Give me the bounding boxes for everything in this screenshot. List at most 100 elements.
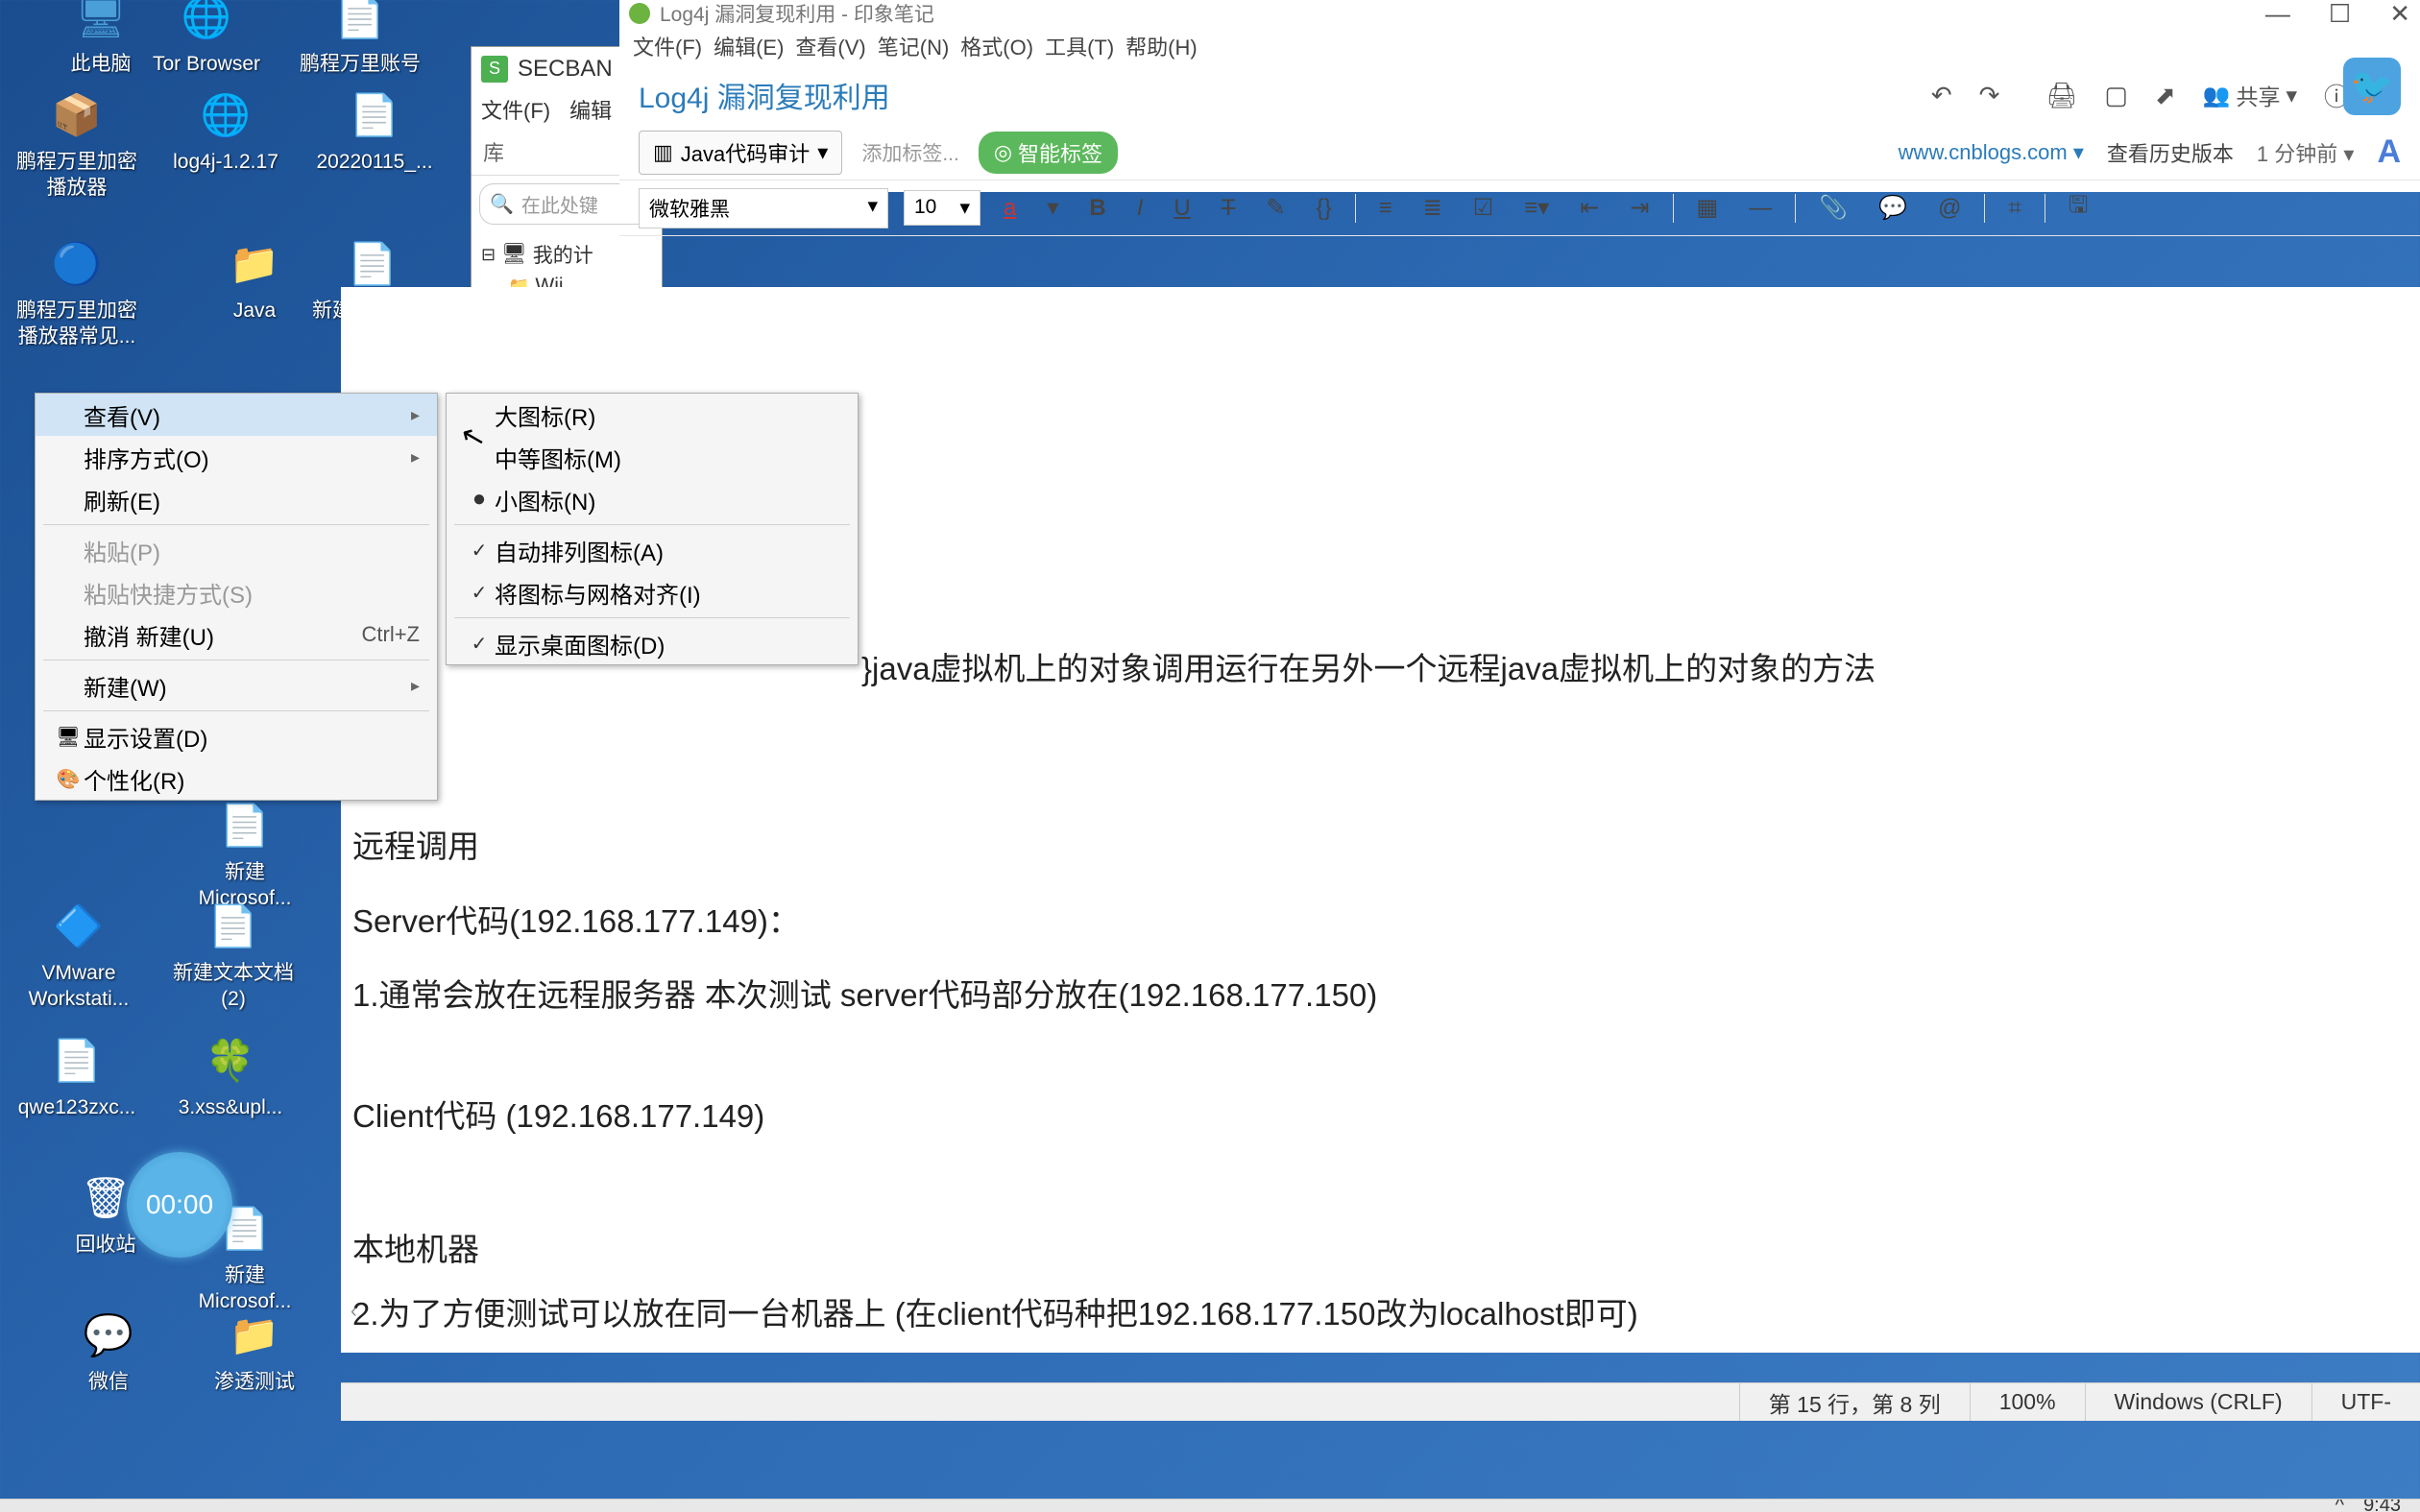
- submenu-medium-icons[interactable]: 中等图标(M): [447, 436, 858, 478]
- font-name-select[interactable]: 微软雅黑 ▾: [639, 188, 888, 228]
- menu-item-label: 显示设置(D): [84, 720, 420, 754]
- menu-separator: [454, 617, 850, 618]
- close-button[interactable]: ✕: [2389, 0, 2410, 29]
- desktop-icon-date[interactable]: 📄20220115_...: [307, 86, 442, 175]
- menu-item-label: 显示桌面图标(D): [495, 627, 840, 660]
- taskbar[interactable]: ^ 9:43: [0, 1499, 2420, 1512]
- source-url-link[interactable]: www.cnblogs.com ▾: [1899, 140, 2084, 165]
- notebook-tag-button[interactable]: ▥Java代码审计▾: [639, 131, 842, 175]
- maximize-button[interactable]: ☐: [2329, 0, 2351, 29]
- desktop-icon-log4j[interactable]: 🌐log4j-1.2.17: [158, 86, 293, 175]
- at-button[interactable]: @: [1930, 191, 1969, 226]
- desktop-icon-qwe[interactable]: 📄qwe123zxc...: [10, 1032, 144, 1120]
- font-size-select[interactable]: 10 ▾: [904, 190, 980, 226]
- menu-undo[interactable]: 撤消 新建(U)Ctrl+Z: [36, 613, 437, 656]
- attach-button[interactable]: 📎: [1811, 190, 1855, 226]
- evernote-titlebar[interactable]: Log4j 漏洞复现利用 - 印象笔记 — ☐ ✕: [619, 0, 2420, 27]
- menu-tools[interactable]: 工具(T): [1045, 31, 1114, 61]
- save-button[interactable]: 🖫: [2061, 184, 2095, 231]
- tree-item-root[interactable]: ⊟🖥我的计: [481, 237, 652, 272]
- strikethrough-button[interactable]: T: [1214, 191, 1244, 226]
- underline-button[interactable]: U: [1166, 191, 1198, 226]
- evernote-window-title: Log4j 漏洞复现利用 - 印象笔记: [660, 0, 2265, 28]
- note-title[interactable]: Log4j 漏洞复现利用: [639, 74, 1931, 116]
- add-tag-input[interactable]: 添加标签...: [861, 138, 959, 167]
- grid-button[interactable]: ⌗: [2000, 191, 2029, 226]
- chevron-right-icon: ▸: [411, 676, 420, 696]
- evernote-window: Log4j 漏洞复现利用 - 印象笔记 — ☐ ✕ 文件(F) 编辑(E) 查看…: [619, 0, 2420, 192]
- desktop-icon-newtxt2[interactable]: 📄新建文本文档 (2): [166, 898, 301, 1013]
- share-button[interactable]: 👥共享▾: [2203, 79, 2297, 111]
- align-button[interactable]: ≡▾: [1516, 190, 1557, 226]
- note-paragraph: Client代码 (192.168.177.149): [352, 1088, 2408, 1144]
- scroll-left-icon[interactable]: ‹: [351, 1294, 357, 1329]
- secband-menu-edit[interactable]: 编辑: [569, 94, 612, 125]
- submenu-auto-arrange[interactable]: ✓自动排列图标(A): [447, 529, 858, 571]
- menu-help[interactable]: 帮助(H): [1125, 31, 1198, 61]
- note-paragraph: 1.通常会放在远程服务器 本次测试 server代码部分放在(192.168.1…: [352, 967, 2408, 1023]
- code-button[interactable]: {}: [1309, 191, 1340, 226]
- secband-search-placeholder: 在此处键: [521, 190, 598, 218]
- menu-note[interactable]: 笔记(N): [878, 31, 950, 61]
- print-icon[interactable]: 🖨: [2045, 81, 2077, 110]
- time-ago-label[interactable]: 1 分钟前 ▾: [2257, 137, 2355, 168]
- tray-chevron-icon[interactable]: ^: [2335, 1499, 2344, 1512]
- comment-button[interactable]: 💬: [1871, 190, 1915, 226]
- submenu-show-desktop-icons[interactable]: ✓显示桌面图标(D): [447, 622, 858, 664]
- search-icon: 🔍: [490, 192, 514, 216]
- bold-button[interactable]: B: [1081, 191, 1113, 226]
- menu-view[interactable]: 查看(V)▸: [36, 394, 437, 436]
- menu-file[interactable]: 文件(F): [633, 31, 702, 61]
- redo-icon[interactable]: ↷: [1979, 81, 2000, 110]
- menu-item-label: 撤消 新建(U): [84, 618, 362, 652]
- menu-edit[interactable]: 编辑(E): [714, 31, 784, 61]
- desktop-icon-pentest[interactable]: 📁渗透测试: [187, 1307, 322, 1395]
- menu-sort[interactable]: 排序方式(O)▸: [36, 436, 437, 478]
- highlight-button[interactable]: ✎: [1258, 190, 1293, 226]
- menu-refresh[interactable]: 刷新(E): [36, 478, 437, 520]
- checkbox-button[interactable]: ☑: [1465, 190, 1502, 226]
- desktop-icon-wechat[interactable]: 💬微信: [41, 1307, 176, 1395]
- bullet-list-button[interactable]: ≡: [1371, 191, 1400, 226]
- evernote-toolbar-format: 微软雅黑 ▾ 10 ▾ a ▾ B I U T ✎ {} ≡ ≣ ☑ ≡▾ ⇤ …: [619, 180, 2420, 236]
- evernote-toolbar-tags: ▥Java代码审计▾ 添加标签... ◎智能标签 www.cnblogs.com…: [619, 125, 2420, 180]
- menu-display-settings[interactable]: 🖥显示设置(D): [36, 715, 437, 757]
- submenu-large-icons[interactable]: 大图标(R): [447, 394, 858, 436]
- menu-item-label: 查看(V): [84, 398, 411, 432]
- number-list-button[interactable]: ≣: [1416, 190, 1450, 226]
- menu-item-label: 个性化(R): [84, 762, 420, 796]
- evernote-logo-icon: [629, 3, 650, 24]
- desktop-icon-vmware[interactable]: 🔷VMware Workstati...: [12, 898, 146, 1013]
- hr-button[interactable]: —: [1741, 191, 1779, 226]
- desktop-icon-player1[interactable]: 📦鹏程万里加密 播放器: [10, 86, 144, 202]
- desktop-icon-xss[interactable]: 🍀3.xss&upl...: [163, 1032, 298, 1120]
- menu-view[interactable]: 查看(V): [795, 31, 865, 61]
- smart-tag-button[interactable]: ◎智能标签: [979, 132, 1118, 174]
- font-color-button[interactable]: a: [996, 191, 1024, 226]
- font-style-icon[interactable]: A: [2377, 133, 2401, 171]
- menu-format[interactable]: 格式(O): [960, 31, 1033, 61]
- share-icon[interactable]: ⬈: [2155, 81, 2176, 110]
- submenu-align-grid[interactable]: ✓将图标与网格对齐(I): [447, 571, 858, 613]
- desktop-icon-player2[interactable]: 🔵鹏程万里加密 播放器常见...: [10, 235, 144, 350]
- desktop-icon-java[interactable]: 📁Java: [187, 235, 322, 324]
- desktop-icon-tor[interactable]: 🌐Tor Browser: [139, 0, 274, 77]
- present-icon[interactable]: ▢: [2104, 81, 2128, 110]
- desktop-icon-account[interactable]: 📄鹏程万里账号: [293, 0, 427, 77]
- menu-new[interactable]: 新建(W)▸: [36, 664, 437, 707]
- desktop-icon-msoffice[interactable]: 📄新建 Microsof...: [178, 797, 312, 912]
- minimize-button[interactable]: —: [2265, 0, 2290, 29]
- history-link[interactable]: 查看历史版本: [2107, 137, 2234, 168]
- thunder-app-icon[interactable]: 🐦: [2343, 58, 2401, 115]
- table-button[interactable]: ▦: [1689, 190, 1727, 226]
- undo-icon[interactable]: ↶: [1931, 81, 1952, 110]
- italic-button[interactable]: I: [1129, 191, 1151, 226]
- secband-menu-file[interactable]: 文件(F): [481, 94, 550, 125]
- submenu-small-icons[interactable]: ●小图标(N): [447, 478, 858, 520]
- recording-badge[interactable]: 00:00: [127, 1152, 232, 1258]
- indent-button[interactable]: ⇥: [1622, 190, 1657, 226]
- chevron-down-icon[interactable]: ▾: [1039, 190, 1066, 226]
- outdent-button[interactable]: ⇤: [1572, 190, 1607, 226]
- menu-personalize[interactable]: 🎨个性化(R): [36, 757, 437, 800]
- taskbar-clock[interactable]: 9:43: [2363, 1499, 2401, 1512]
